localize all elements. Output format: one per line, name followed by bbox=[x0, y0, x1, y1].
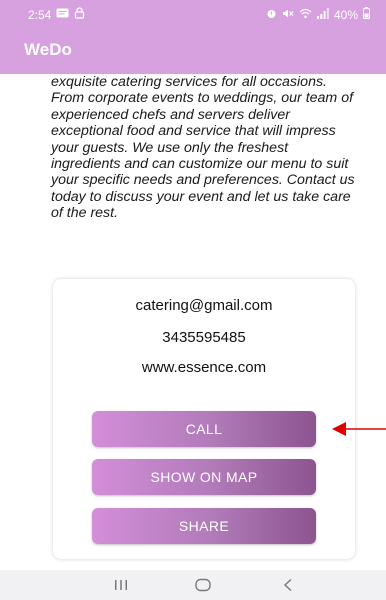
signal-icon bbox=[316, 7, 329, 22]
status-time: 2:54 bbox=[28, 7, 52, 22]
app-title: WeDo bbox=[24, 40, 72, 59]
back-icon bbox=[283, 578, 292, 592]
recents-button[interactable] bbox=[91, 570, 151, 600]
status-left: 2:54 bbox=[28, 7, 85, 22]
battery-percent: 40% bbox=[333, 7, 358, 22]
contact-card: catering@gmail.com 3435595485 www.essenc… bbox=[53, 279, 355, 559]
system-nav-bar bbox=[0, 570, 386, 600]
contact-email: catering@gmail.com bbox=[135, 297, 273, 314]
status-right: 40% bbox=[266, 7, 370, 22]
red-arrow-icon bbox=[332, 422, 386, 436]
mute-icon bbox=[282, 8, 294, 22]
app-bar: WeDo bbox=[0, 28, 386, 74]
wifi-icon bbox=[299, 8, 312, 22]
status-bar: 2:54 40% bbox=[0, 0, 386, 28]
share-button[interactable]: SHARE bbox=[92, 508, 316, 544]
lock-icon bbox=[74, 7, 85, 22]
contact-website: www.essence.com bbox=[141, 359, 267, 376]
recents-icon bbox=[115, 580, 127, 590]
contact-phone: 3435595485 bbox=[162, 329, 246, 346]
home-button[interactable] bbox=[173, 570, 233, 600]
alarm-icon bbox=[266, 8, 277, 22]
back-button[interactable] bbox=[258, 570, 318, 600]
sms-icon bbox=[56, 8, 69, 21]
home-icon bbox=[195, 578, 211, 592]
call-button[interactable]: CALL bbox=[92, 411, 316, 447]
show-on-map-button[interactable]: SHOW ON MAP bbox=[92, 459, 316, 495]
battery-icon bbox=[363, 7, 370, 22]
catering-description: exquisite catering services for all occa… bbox=[51, 74, 355, 222]
content-scroll-area[interactable]: exquisite catering services for all occa… bbox=[0, 74, 386, 570]
